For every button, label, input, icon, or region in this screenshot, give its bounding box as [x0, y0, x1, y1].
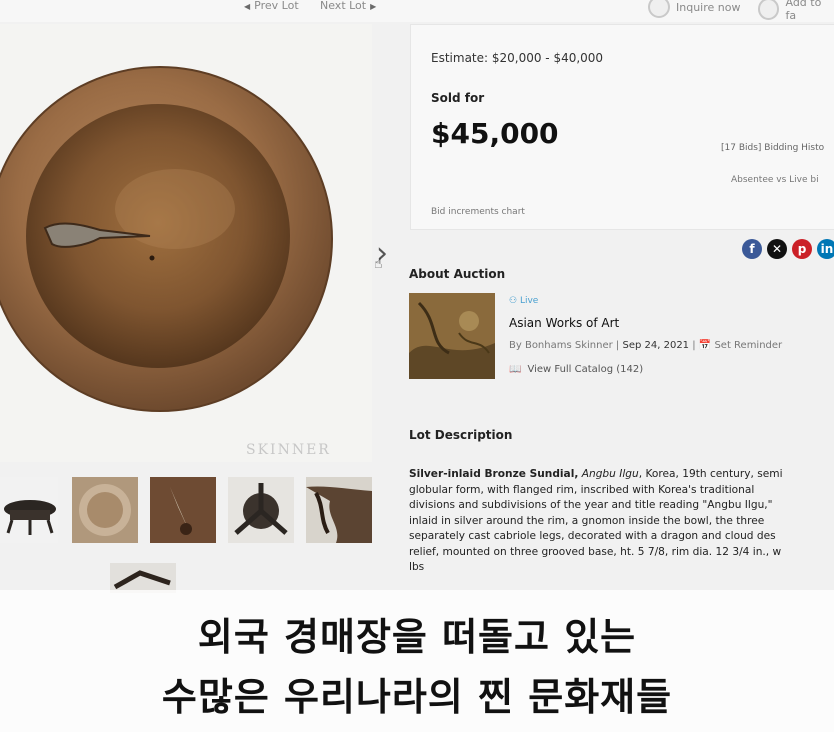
bid-increments-link[interactable]: Bid increments chart	[431, 207, 525, 217]
lot-line-3: inlaid in silver around the rim, a gnomo…	[409, 514, 765, 527]
thumbnail-6[interactable]	[110, 563, 176, 593]
live-badge: ⚇ Live	[509, 296, 539, 306]
absentee-vs-live-link[interactable]: Absentee vs Live bi	[731, 175, 819, 185]
prev-lot-link[interactable]: ◀ Prev Lot	[240, 0, 299, 12]
linkedin-icon[interactable]: in	[817, 239, 834, 259]
bidding-history-link[interactable]: [17 Bids] Bidding Histo	[721, 143, 824, 153]
price-panel: Estimate: $20,000 - $40,000 Sold for $45…	[410, 24, 834, 230]
lot-line-5: relief, mounted on three grooved base, h…	[409, 545, 782, 558]
thumbnail-2[interactable]	[72, 477, 138, 543]
auction-meta: By Bonhams Skinner | Sep 24, 2021 | 📅 Se…	[509, 340, 782, 351]
sold-price: $45,000	[431, 117, 559, 150]
sold-for-label: Sold for	[431, 91, 485, 105]
thumbnail-1-image	[4, 500, 56, 535]
thumbnail-5-image	[306, 477, 372, 543]
view-catalog-link[interactable]: 📖 View Full Catalog (142)	[509, 364, 643, 375]
lot-description-heading: Lot Description	[409, 428, 513, 442]
lot-korean-title: Angbu Ilgu	[581, 468, 639, 480]
auction-cover-image[interactable]	[409, 293, 495, 379]
main-lot-image[interactable]: SKINNER	[0, 24, 372, 462]
skinner-watermark: SKINNER	[246, 442, 331, 458]
thumbnail-4[interactable]	[228, 477, 294, 543]
auction-painting-image	[409, 293, 495, 379]
auction-date: Sep 24, 2021	[622, 340, 690, 351]
estimate-text: Estimate: $20,000 - $40,000	[431, 51, 604, 65]
pinterest-icon[interactable]: p	[792, 239, 812, 259]
share-buttons: f ✕ p in	[742, 239, 834, 259]
add-to-favorites-button[interactable]: Add to fa	[758, 0, 834, 22]
about-auction-heading: About Auction	[409, 267, 506, 281]
lot-line-0: , Korea, 19th century, semi	[638, 468, 783, 480]
next-lot-link[interactable]: Next Lot ▶	[320, 0, 380, 12]
sundial-photo	[0, 66, 333, 412]
thumbnail-3-image	[150, 477, 216, 543]
auction-house: By Bonhams Skinner	[509, 340, 613, 351]
lot-line-4: separately cast cabriole legs, decorated…	[409, 530, 776, 542]
caret-left-icon: ◀	[244, 2, 251, 11]
subtitle-line-2: 수많은 우리나라의 찐 문화재들	[161, 675, 673, 719]
calendar-icon: 📅	[698, 340, 712, 351]
lot-title: Silver-inlaid Bronze Sundial,	[409, 468, 579, 480]
thumbnail-5[interactable]	[306, 477, 372, 543]
thumbnail-strip	[0, 477, 372, 593]
x-icon[interactable]: ✕	[767, 239, 787, 259]
thumbnail-1[interactable]	[0, 477, 58, 543]
video-subtitle-overlay: 외국 경매장을 떠돌고 있는 수많은 우리나라의 찐 문화재들	[0, 590, 834, 732]
subtitle-line-1: 외국 경매장을 떠돌고 있는	[197, 615, 637, 659]
top-navigation: ◀ Prev Lot Next Lot ▶ Inquire now Add to f…	[0, 0, 834, 22]
thumbnail-3[interactable]	[150, 477, 216, 543]
lot-line-2: divisions and subdivisions of the year a…	[409, 499, 773, 511]
hand-cursor-icon: ☝	[374, 256, 383, 272]
inquire-icon	[648, 0, 670, 18]
live-icon: ⚇	[509, 296, 518, 306]
inquire-button[interactable]: Inquire now	[648, 0, 740, 18]
lot-line-1: globular form, with flanged rim, inscrib…	[409, 483, 755, 496]
thumbnail-4-image	[228, 477, 294, 543]
lot-line-6: lbs	[409, 561, 425, 573]
lot-description-text: Silver-inlaid Bronze Sundial, Angbu Ilgu…	[409, 467, 829, 576]
thumbnail-6-image	[113, 570, 171, 590]
facebook-icon[interactable]: f	[742, 239, 762, 259]
auction-lot-page: ◀ Prev Lot Next Lot ▶ Inquire now Add to f…	[0, 0, 834, 732]
auction-name-link[interactable]: Asian Works of Art	[509, 316, 619, 330]
thumbnail-2-image	[72, 477, 138, 543]
set-reminder-link[interactable]: Set Reminder	[714, 340, 782, 351]
heart-icon	[758, 0, 780, 20]
caret-right-icon: ▶	[370, 2, 377, 11]
book-icon: 📖	[509, 364, 522, 375]
